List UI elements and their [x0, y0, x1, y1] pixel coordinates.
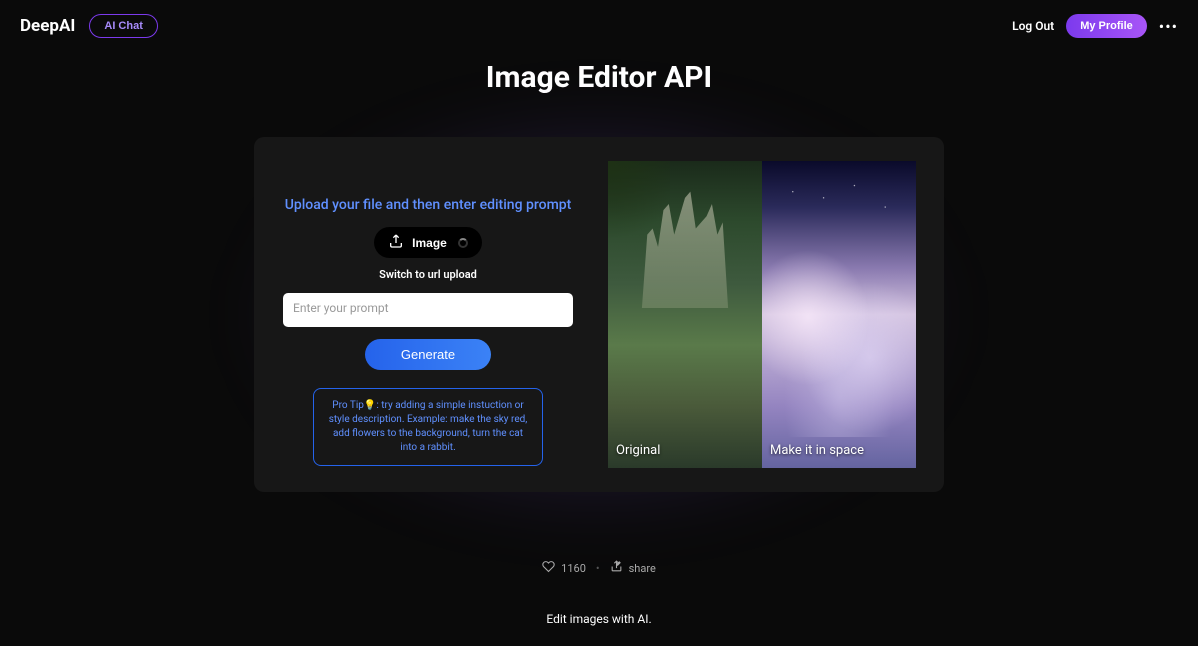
share-icon: [610, 560, 623, 576]
editor-controls: Upload your file and then enter editing …: [278, 161, 578, 468]
like-button[interactable]: 1160: [542, 560, 586, 576]
actions-row: 1160 • share: [0, 560, 1198, 576]
prompt-input[interactable]: [283, 293, 573, 327]
preview-images: Original Make it in space: [608, 161, 920, 468]
original-image: Original: [608, 161, 762, 468]
header-left: DeepAI AI Chat: [20, 14, 158, 38]
header-right: Log Out My Profile •••: [1012, 14, 1178, 38]
ai-chat-button[interactable]: AI Chat: [89, 14, 158, 38]
upload-heading: Upload your file and then enter editing …: [285, 197, 572, 213]
more-menu-icon[interactable]: •••: [1159, 17, 1178, 36]
original-label: Original: [616, 443, 660, 458]
share-label: share: [629, 562, 656, 575]
clouds-decoration: [762, 238, 916, 438]
edited-image: Make it in space: [762, 161, 916, 468]
page-title: Image Editor API: [0, 60, 1198, 95]
editor-panel: Upload your file and then enter editing …: [254, 137, 944, 492]
page-caption: Edit images with AI.: [0, 612, 1198, 646]
pro-tip-box: Pro Tip💡: try adding a simple instuction…: [313, 388, 543, 466]
generate-button[interactable]: Generate: [365, 339, 491, 370]
upload-icon: [388, 233, 404, 252]
separator: •: [596, 562, 600, 575]
my-profile-button[interactable]: My Profile: [1066, 14, 1147, 38]
logo[interactable]: DeepAI: [20, 16, 75, 36]
image-upload-button[interactable]: Image: [374, 227, 482, 258]
image-upload-label: Image: [412, 236, 447, 250]
main-container: Upload your file and then enter editing …: [254, 113, 944, 516]
loading-spinner-icon: [458, 238, 468, 248]
logout-link[interactable]: Log Out: [1012, 19, 1054, 33]
like-count: 1160: [561, 562, 586, 575]
heart-icon: [542, 560, 555, 576]
header: DeepAI AI Chat Log Out My Profile •••: [0, 0, 1198, 52]
share-button[interactable]: share: [610, 560, 656, 576]
switch-url-link[interactable]: Switch to url upload: [379, 268, 477, 281]
edited-label: Make it in space: [770, 443, 864, 458]
